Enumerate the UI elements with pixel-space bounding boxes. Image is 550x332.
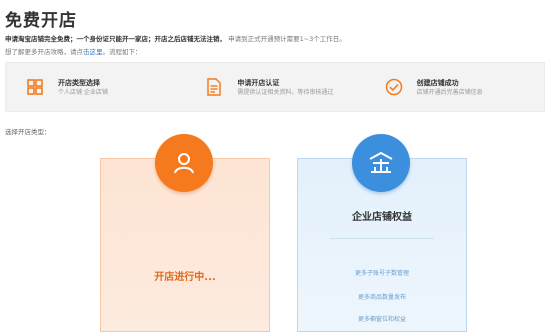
- guide-link[interactable]: 击这里: [83, 48, 103, 56]
- step-desc: 店铺开通后完善店铺信息: [416, 88, 483, 96]
- personal-store-status: 开店进行中...: [154, 272, 216, 283]
- guide-suffix: 。流程如下：: [102, 48, 142, 56]
- guide-prefix: 想了解更多开店攻略，请点: [5, 48, 83, 56]
- step-title: 开店类型选择: [58, 78, 100, 87]
- step-created: 创建店铺成功 店铺开通后完善店铺信息: [365, 78, 544, 97]
- check-circle-icon: [385, 78, 403, 96]
- notice-text: 申请淘宝店铺完全免费；一个身份证只能开一家店；开店之后店铺无法注销， 申请到正式…: [5, 33, 346, 43]
- benefit-item: 更多商品数量发布: [357, 294, 406, 301]
- step-choose-type: 开店类型选择 个人店铺 企业店铺: [6, 78, 185, 97]
- step-desc: 需提供认证相关资料，等待审核通过: [237, 88, 334, 96]
- enterprise-divider: [330, 238, 434, 239]
- step-title: 创建店铺成功: [416, 78, 459, 87]
- person-icon: [155, 134, 213, 192]
- page-title: 免费开店: [5, 11, 77, 31]
- guide-text: 想了解更多开店攻略，请点击这里。流程如下：: [5, 46, 142, 56]
- choose-type-label: 选择开店类型：: [5, 128, 51, 136]
- grid-icon: [26, 78, 44, 96]
- step-certification: 申请开店认证 需提供认证相关资料，等待审核通过: [185, 78, 364, 97]
- document-icon: [205, 78, 223, 96]
- enterprise-card-title: 企业店铺权益: [352, 212, 412, 223]
- enterprise-icon: [352, 134, 410, 192]
- step-desc: 个人店铺 企业店铺: [58, 88, 108, 96]
- benefit-item: 更多子账号子数管理: [354, 270, 409, 277]
- benefit-item: 更多橱窗位和权益: [357, 316, 406, 323]
- step-title: 申请开店认证: [237, 78, 280, 87]
- notice-rest: 申请到正式开通预计需要1~3个工作日。: [228, 35, 346, 43]
- notice-bold: 申请淘宝店铺完全免费；一个身份证只能开一家店；开店之后店铺无法注销，: [5, 35, 226, 43]
- process-steps: 开店类型选择 个人店铺 企业店铺 申请开店认证 需提供认证相关资料，等待审核通过: [5, 62, 545, 112]
